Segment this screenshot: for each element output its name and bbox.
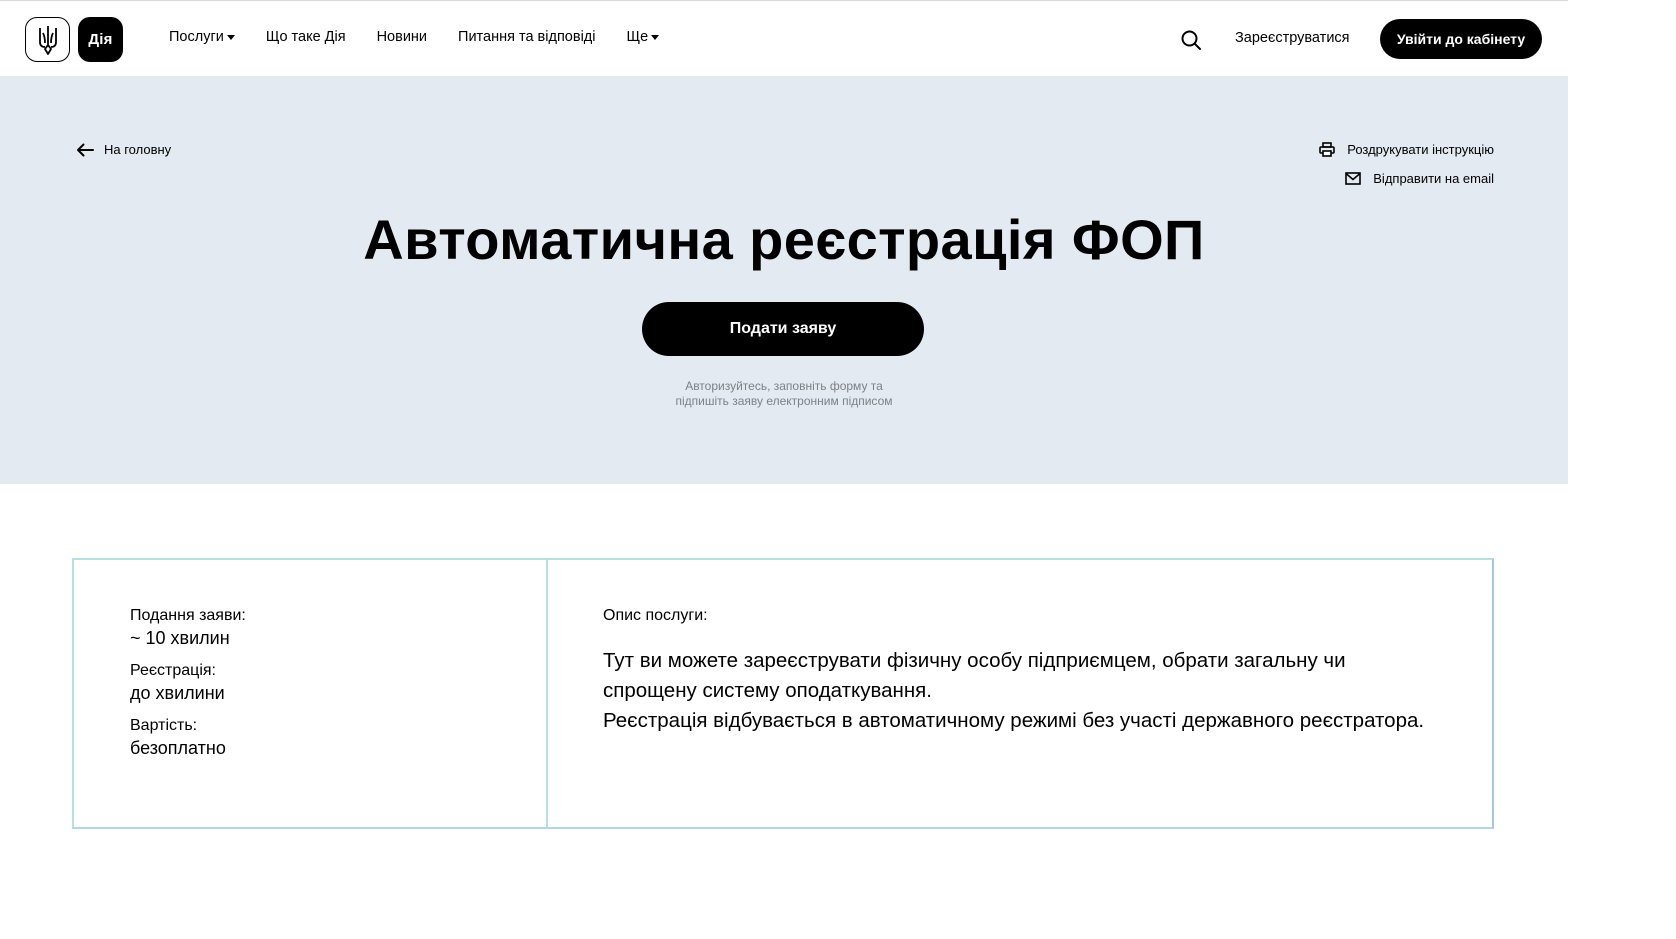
- nav-faq-label: Питання та відповіді: [458, 29, 596, 45]
- envelope-icon: [1345, 171, 1362, 185]
- printer-icon: [1319, 141, 1336, 157]
- fact-label: Вартість:: [130, 717, 198, 734]
- service-description: Опис послуги: Тут ви можете зареєструват…: [603, 606, 1443, 736]
- fact-submission-time: Подання заяви: ~ 10 хвилин: [130, 606, 246, 651]
- login-button[interactable]: Увійти до кабінету: [1380, 19, 1542, 59]
- nav-news[interactable]: Новини: [377, 29, 427, 45]
- hero-section: На головну Роздрукувати інструкцію Відпр…: [0, 76, 1568, 484]
- apply-hint-line-1: Авторизуйтесь, заповніть форму та: [685, 379, 883, 393]
- arrow-left-icon: [77, 143, 94, 156]
- submit-application-label: Подати заяву: [729, 320, 837, 337]
- description-label: Опис послуги:: [603, 607, 708, 624]
- print-instruction-link[interactable]: Роздрукувати інструкцію: [1319, 140, 1494, 158]
- service-info-card: Подання заяви: ~ 10 хвилин Реєстрація: д…: [72, 558, 1494, 829]
- chevron-down-icon: [651, 34, 660, 40]
- nav-about[interactable]: Що таке Дія: [266, 29, 346, 45]
- print-instruction-label: Роздрукувати інструкцію: [1347, 141, 1494, 157]
- search-icon: [1181, 30, 1201, 50]
- fact-label: Реєстрація:: [130, 662, 216, 679]
- description-paragraph-2: Реєстрація відбувається в автоматичному …: [603, 709, 1425, 732]
- nav-services-label: Послуги: [169, 29, 224, 45]
- apply-hint: Авторизуйтесь, заповніть форму та підпиш…: [634, 379, 934, 409]
- chevron-down-icon: [226, 34, 235, 40]
- register-link[interactable]: Зареєструватися: [1235, 30, 1350, 46]
- nav-faq[interactable]: Питання та відповіді: [458, 29, 595, 45]
- fact-label: Подання заяви:: [130, 607, 246, 624]
- description-paragraph-1: Тут ви можете зареєструвати фізичну особ…: [603, 649, 1346, 702]
- fact-value: безоплатно: [130, 738, 226, 758]
- nav-more-label: Ще: [626, 29, 649, 45]
- diia-logo[interactable]: Дія: [78, 17, 123, 62]
- fact-registration-time: Реєстрація: до хвилини: [130, 661, 246, 706]
- fact-value: до хвилини: [130, 683, 225, 703]
- main-nav: Послуги Що таке Дія Новини Питання та ві…: [169, 29, 660, 45]
- back-link-label: На головну: [104, 142, 172, 157]
- send-email-link[interactable]: Відправити на email: [1319, 169, 1494, 187]
- back-to-home-link[interactable]: На головну: [76, 142, 171, 157]
- login-button-label: Увійти до кабінету: [1396, 31, 1526, 47]
- search-button[interactable]: [1180, 29, 1202, 51]
- trident-icon: [38, 25, 57, 55]
- page-title: Автоматична реєстрація ФОП: [363, 208, 1205, 271]
- nav-services[interactable]: Послуги: [169, 29, 235, 45]
- card-divider: [546, 560, 548, 827]
- diia-logo-text: Дія: [88, 31, 113, 48]
- instruction-actions: Роздрукувати інструкцію Відправити на em…: [1319, 140, 1494, 198]
- fact-cost: Вартість: безоплатно: [130, 716, 246, 761]
- nav-more[interactable]: Ще: [626, 29, 660, 45]
- fact-value: ~ 10 хвилин: [130, 628, 230, 648]
- nav-news-label: Новини: [376, 29, 428, 45]
- nav-about-label: Що таке Дія: [265, 29, 346, 45]
- service-facts: Подання заяви: ~ 10 хвилин Реєстрація: д…: [130, 606, 246, 771]
- submit-application-button[interactable]: Подати заяву: [642, 302, 924, 356]
- site-header: Дія Послуги Що таке Дія Новини Питання т…: [0, 0, 1568, 76]
- apply-hint-line-2: підпишіть заяву електронним підписом: [675, 394, 893, 408]
- send-email-label: Відправити на email: [1373, 170, 1494, 186]
- trident-logo[interactable]: [25, 17, 70, 62]
